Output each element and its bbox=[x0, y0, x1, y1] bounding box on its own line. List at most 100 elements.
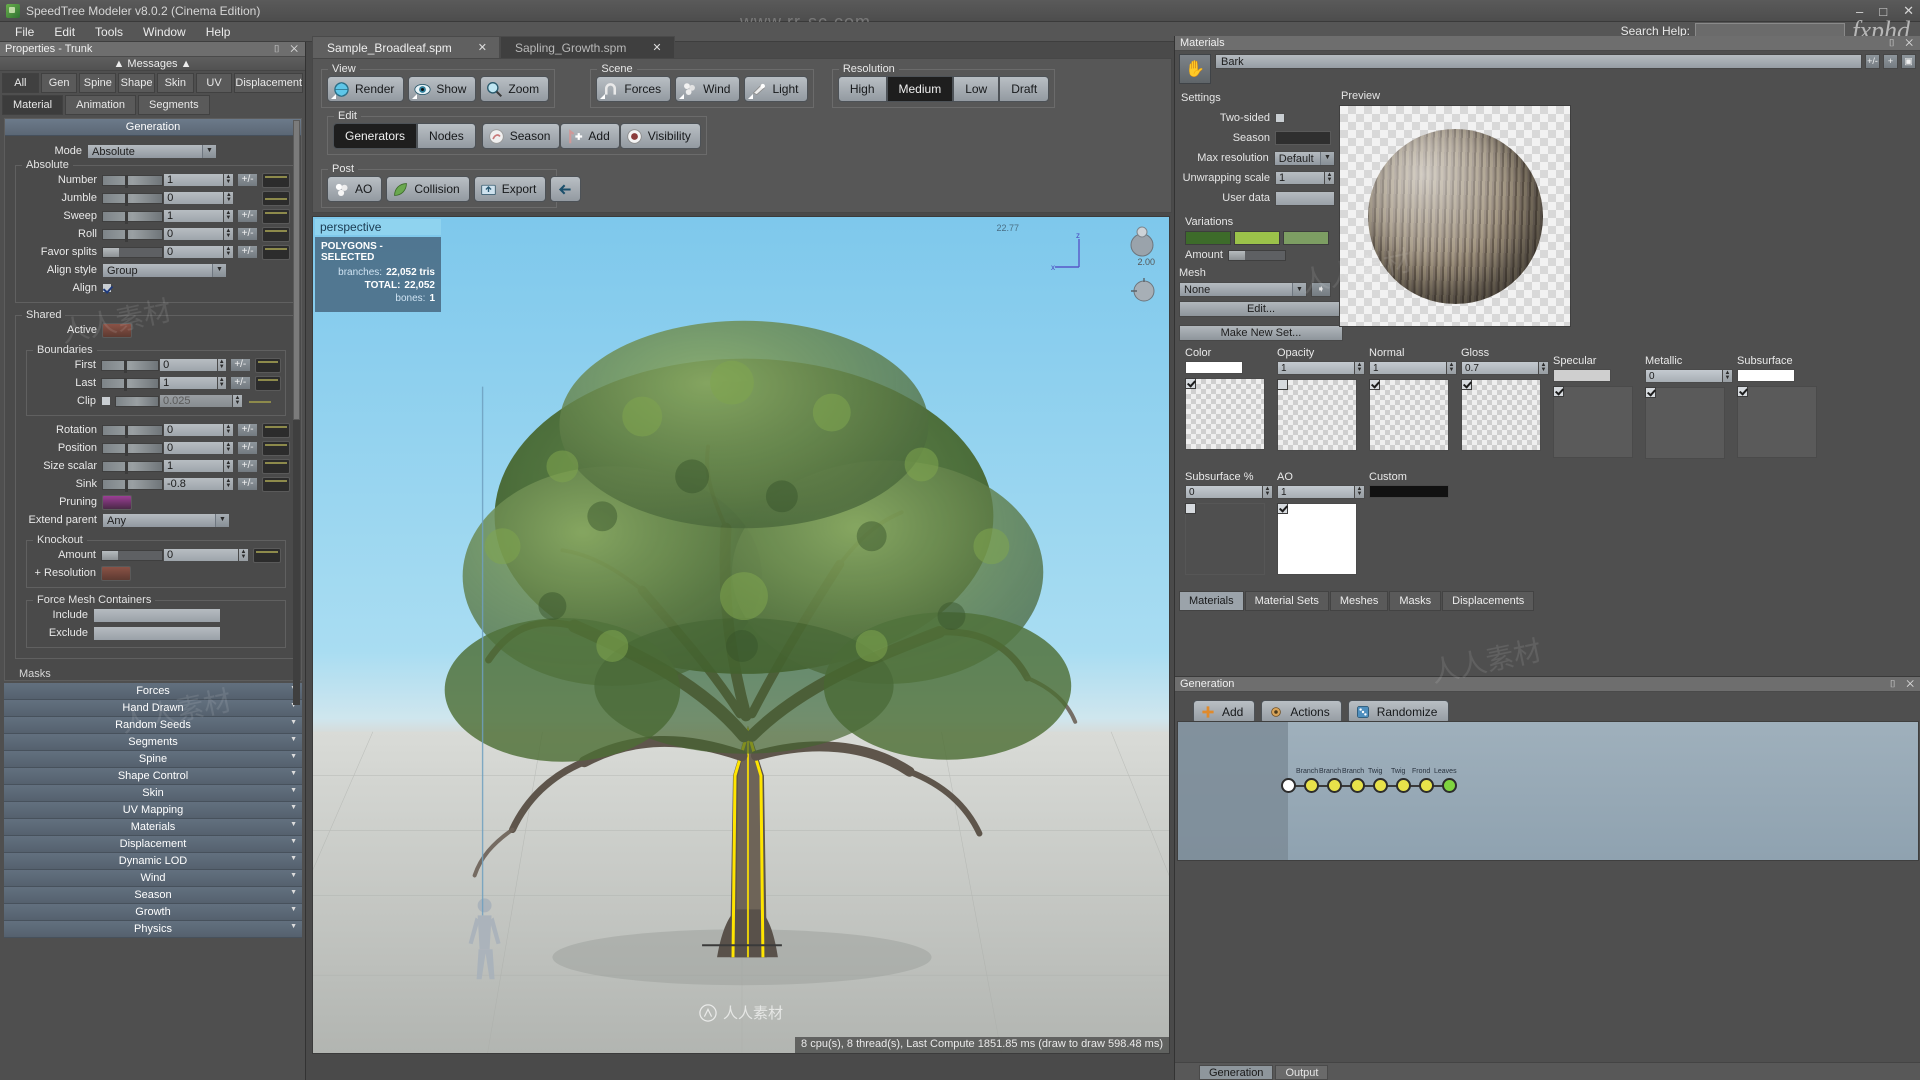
number-spinner[interactable]: ▲ ▼ bbox=[223, 173, 234, 187]
close-icon[interactable]: ✕ bbox=[478, 41, 487, 54]
number-curve-editor[interactable] bbox=[262, 172, 290, 188]
position-input[interactable]: 0 bbox=[162, 441, 224, 455]
panel-window-buttons[interactable]: ⌷ ✕ bbox=[274, 42, 302, 57]
sink-slider[interactable] bbox=[102, 478, 163, 492]
ao-enable-checkbox[interactable] bbox=[1277, 503, 1288, 514]
clip-checkbox[interactable] bbox=[101, 396, 111, 406]
season-button[interactable]: Season bbox=[481, 123, 561, 149]
scrollbar-thumb[interactable] bbox=[293, 120, 300, 420]
sweep-input[interactable]: 1 bbox=[162, 209, 224, 223]
edit-generators-button[interactable]: Generators bbox=[333, 123, 418, 149]
variation-swatch-3[interactable] bbox=[1283, 231, 1329, 245]
section-random-seeds[interactable]: Random Seeds ▼ bbox=[4, 717, 302, 734]
material-name-field[interactable]: Bark bbox=[1215, 54, 1862, 69]
node-branch-3[interactable] bbox=[1350, 778, 1365, 793]
mode-dropdown[interactable]: Absolute ▼ bbox=[87, 143, 217, 159]
gloss-texture-thumb[interactable] bbox=[1461, 379, 1541, 451]
subsurface-pct-input[interactable]: 0 bbox=[1185, 485, 1263, 499]
opacity-spinner[interactable]: ▲ ▼ bbox=[1355, 361, 1365, 375]
sink-curve-editor[interactable] bbox=[262, 476, 290, 492]
clip-slider[interactable] bbox=[115, 395, 159, 407]
max-resolution-dropdown[interactable]: Default ▼ bbox=[1273, 150, 1335, 166]
tab-displacements[interactable]: Displacements bbox=[1442, 591, 1535, 611]
gloss-input[interactable]: 0.7 bbox=[1461, 361, 1539, 375]
section-uv-mapping[interactable]: UV Mapping ▼ bbox=[4, 802, 302, 819]
position-plusminus-button[interactable]: +/- bbox=[236, 441, 259, 455]
tab-spine[interactable]: Spine bbox=[79, 73, 117, 93]
position-spinner[interactable]: ▲ ▼ bbox=[223, 441, 234, 455]
doc-tab-sapling-growth[interactable]: Sapling_Growth.spm ✕ bbox=[499, 36, 675, 58]
tab-masks[interactable]: Masks bbox=[1389, 591, 1442, 611]
resolution-low-button[interactable]: Low bbox=[953, 76, 1000, 102]
sink-spinner[interactable]: ▲ ▼ bbox=[223, 477, 234, 491]
position-slider[interactable] bbox=[102, 442, 163, 456]
section-spine[interactable]: Spine ▼ bbox=[4, 751, 302, 768]
number-plusminus-button[interactable]: +/- bbox=[236, 173, 259, 187]
footer-tab-output[interactable]: Output bbox=[1275, 1065, 1329, 1080]
section-shape-control[interactable]: Shape Control ▼ bbox=[4, 768, 302, 785]
tab-material[interactable]: Material bbox=[2, 95, 64, 115]
rotation-curve-editor[interactable] bbox=[262, 422, 290, 438]
opacity-input[interactable]: 1 bbox=[1277, 361, 1355, 375]
favor-splits-input[interactable]: 0 bbox=[162, 245, 224, 259]
last-plusminus-button[interactable]: +/- bbox=[229, 376, 251, 390]
variation-amount-slider[interactable] bbox=[1227, 249, 1286, 261]
metallic-spinner[interactable]: ▲ ▼ bbox=[1723, 369, 1733, 383]
resolution-color-swatch[interactable] bbox=[101, 565, 131, 581]
align-checkbox[interactable] bbox=[102, 283, 112, 293]
size-scalar-slider[interactable] bbox=[102, 460, 163, 474]
section-growth[interactable]: Growth ▼ bbox=[4, 904, 302, 921]
jumble-spinner[interactable]: ▲ ▼ bbox=[224, 191, 235, 205]
section-dynamic-lod[interactable]: Dynamic LOD ▼ bbox=[4, 853, 302, 870]
extend-parent-dropdown[interactable]: Any ▼ bbox=[102, 512, 230, 528]
hand-icon[interactable]: ✋ bbox=[1179, 54, 1211, 84]
align-style-dropdown[interactable]: Group ▼ bbox=[102, 262, 227, 278]
node-branch-1[interactable] bbox=[1304, 778, 1319, 793]
material-addremove-button[interactable]: +/- bbox=[1865, 54, 1880, 69]
roll-plusminus-button[interactable]: +/- bbox=[236, 227, 259, 241]
unwrapping-scale-input[interactable]: 1 bbox=[1275, 171, 1325, 185]
unwrapping-scale-spinner[interactable]: ▲ ▼ bbox=[1325, 171, 1335, 185]
menu-window[interactable]: Window bbox=[134, 23, 195, 41]
resolution-medium-button[interactable]: Medium bbox=[886, 76, 954, 102]
ao-spinner[interactable]: ▲ ▼ bbox=[1355, 485, 1365, 499]
tab-materials[interactable]: Materials bbox=[1179, 591, 1244, 611]
generation-group-header[interactable]: Generation bbox=[5, 119, 301, 136]
forces-button[interactable]: Forces bbox=[596, 76, 672, 102]
mesh-dropdown[interactable]: None ▼ bbox=[1179, 282, 1307, 297]
rotation-input[interactable]: 0 bbox=[162, 423, 224, 437]
active-color-swatch[interactable] bbox=[102, 322, 132, 338]
zoom-button[interactable]: Zoom bbox=[480, 76, 550, 102]
normal-spinner[interactable]: ▲ ▼ bbox=[1447, 361, 1457, 375]
season-swatch[interactable] bbox=[1275, 131, 1331, 145]
roll-input[interactable]: 0 bbox=[162, 227, 224, 241]
subsurface-enable-checkbox[interactable] bbox=[1737, 386, 1748, 397]
tab-animation[interactable]: Animation bbox=[65, 95, 137, 115]
specular-swatch[interactable] bbox=[1553, 369, 1611, 382]
sweep-slider[interactable] bbox=[102, 210, 163, 224]
tab-uv[interactable]: UV bbox=[195, 73, 233, 93]
opacity-texture-thumb[interactable] bbox=[1277, 379, 1357, 451]
first-input[interactable]: 0 bbox=[159, 358, 218, 372]
metallic-input[interactable]: 0 bbox=[1645, 369, 1723, 383]
make-new-set-button[interactable]: Make New Set... bbox=[1179, 325, 1343, 341]
jumble-curve-editor[interactable] bbox=[262, 190, 290, 206]
ao-button[interactable]: AO bbox=[327, 176, 383, 202]
roll-curve-editor[interactable] bbox=[262, 226, 290, 242]
tab-gen[interactable]: Gen bbox=[40, 73, 78, 93]
sweep-spinner[interactable]: ▲ ▼ bbox=[223, 209, 234, 223]
menu-file[interactable]: File bbox=[6, 23, 43, 41]
doc-tab-sample-broadleaf[interactable]: Sample_Broadleaf.spm ✕ bbox=[312, 36, 500, 58]
wind-button[interactable]: Wind bbox=[675, 76, 741, 102]
ao-texture-thumb[interactable] bbox=[1277, 503, 1357, 575]
jumble-input[interactable]: 0 bbox=[163, 191, 225, 205]
generation-node-graph[interactable]: Branch Branch Branch Twig Twig Frond Lea… bbox=[1177, 721, 1919, 861]
node-root[interactable] bbox=[1281, 778, 1296, 793]
render-button[interactable]: Render bbox=[327, 76, 405, 102]
light-button[interactable]: Light bbox=[744, 76, 809, 102]
subsurface-pct-enable-checkbox[interactable] bbox=[1185, 503, 1196, 514]
variation-swatch-2[interactable] bbox=[1234, 231, 1280, 245]
panel-window-buttons[interactable]: ⌷ ✕ bbox=[1890, 677, 1918, 692]
rotation-slider[interactable] bbox=[102, 424, 163, 438]
favor-splits-plusminus-button[interactable]: +/- bbox=[236, 245, 259, 259]
